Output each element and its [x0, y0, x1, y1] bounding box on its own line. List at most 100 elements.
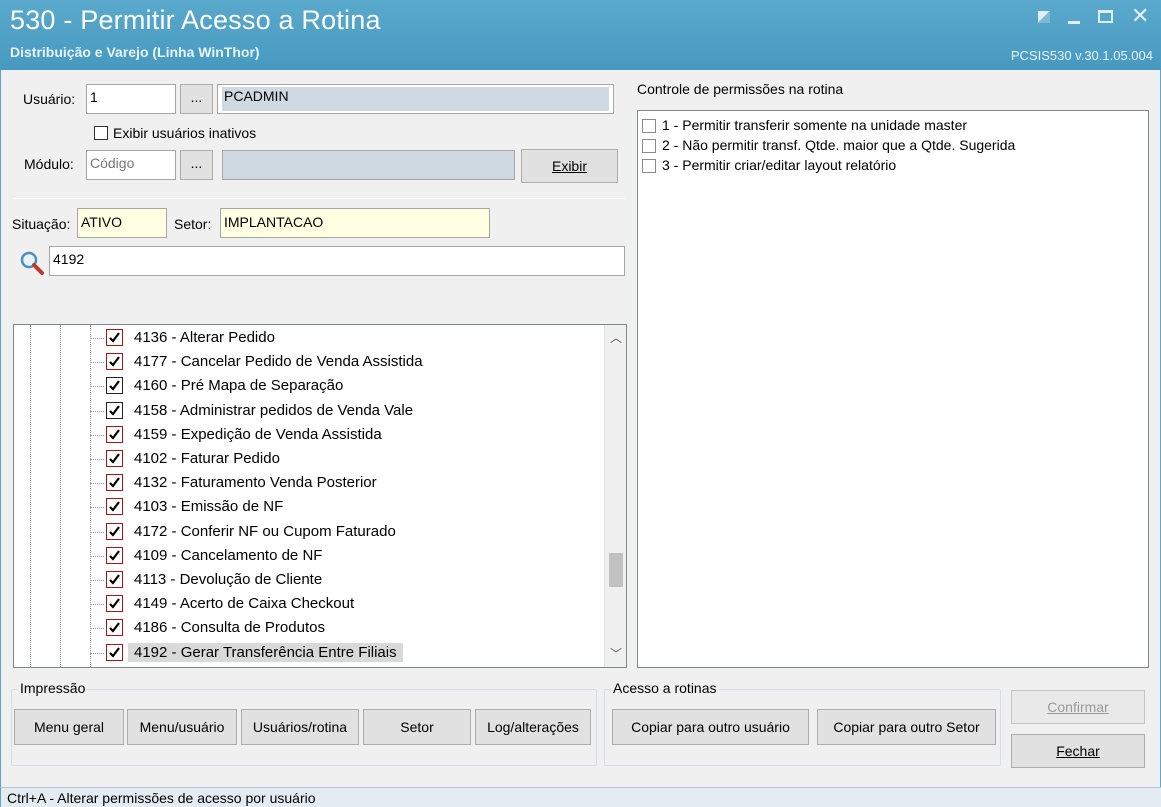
modulo-code-input[interactable]: Código — [86, 150, 176, 180]
modulo-lookup-button[interactable]: ... — [180, 150, 213, 180]
tree-item[interactable]: 4192 - Gerar Transferência Entre Filiais — [14, 641, 604, 665]
tree-item[interactable]: 4177 - Cancelar Pedido de Venda Assistid… — [14, 350, 604, 374]
tree-connector — [90, 531, 104, 533]
restore-icon[interactable] — [1038, 11, 1050, 23]
usuario-code-input[interactable]: 1 — [86, 84, 176, 114]
confirmar-button[interactable]: Confirmar — [1011, 690, 1145, 724]
tree-item[interactable]: 4160 - Pré Mapa de Separação — [14, 374, 604, 398]
tree-item-checkbox[interactable] — [106, 498, 123, 516]
log-alteracoes-button[interactable]: Log/alterações — [475, 709, 591, 745]
inativos-label: Exibir usuários inativos — [113, 125, 257, 141]
tree-item-label: 4109 - Cancelamento de NF — [134, 546, 323, 564]
permissions-title: Controle de permissões na rotina — [637, 81, 844, 97]
permission-checkbox[interactable] — [642, 139, 656, 153]
tree-item[interactable]: 4102 - Faturar Pedido — [14, 447, 604, 471]
tree-item[interactable]: 4149 - Acerto de Caixa Checkout — [14, 592, 604, 616]
tree-item[interactable]: 4186 - Consulta de Produtos — [14, 616, 604, 640]
tree-item-checkbox[interactable] — [106, 643, 123, 661]
usuario-lookup-button[interactable]: ... — [180, 84, 213, 114]
tree-item-checkbox[interactable] — [106, 474, 123, 492]
separator — [13, 198, 625, 199]
inativos-checkbox[interactable] — [94, 126, 108, 140]
tree-item-checkbox[interactable] — [106, 450, 123, 467]
checkmark-icon — [109, 453, 120, 464]
tree-scrollbar[interactable]: ︿ ﹀ — [604, 325, 626, 667]
permission-checkbox[interactable] — [642, 159, 656, 173]
permissions-list[interactable]: 1 - Permitir transferir somente na unida… — [637, 110, 1149, 668]
scroll-down-arrow-icon[interactable]: ﹀ — [605, 643, 626, 665]
permission-label: 2 - Não permitir transf. Qtde. maior que… — [662, 137, 1016, 153]
permission-label: 1 - Permitir transferir somente na unida… — [662, 117, 968, 133]
tree-item-checkbox[interactable] — [106, 377, 123, 395]
menu-geral-label: Menu geral — [33, 719, 105, 735]
checkmark-icon — [109, 380, 120, 392]
tree-item[interactable]: 4159 - Expedição de Venda Assistida — [14, 423, 604, 447]
tree-item-checkbox[interactable] — [106, 353, 123, 371]
menu-usuario-button[interactable]: Menu/usuário — [127, 709, 237, 745]
tree-connector — [90, 338, 104, 339]
tree-connector — [90, 507, 104, 509]
tree-item-label: 4159 - Expedição de Venda Assistida — [134, 425, 382, 443]
situacao-field: ATIVO — [77, 208, 167, 238]
window-controls: ✕ — [1038, 5, 1149, 27]
tree-item-checkbox[interactable] — [106, 571, 123, 588]
tree-item-checkbox[interactable] — [106, 522, 123, 540]
tree-item[interactable]: 4113 - Devolução de Cliente — [14, 568, 604, 592]
tree-item-partial[interactable] — [14, 665, 604, 667]
tree-item[interactable]: 4109 - Cancelamento de NF — [14, 544, 604, 568]
permission-checkbox[interactable] — [642, 119, 656, 133]
tree-connector — [90, 604, 104, 606]
modulo-label: Módulo: — [24, 156, 74, 172]
menu-geral-button[interactable]: Menu geral — [14, 709, 124, 745]
setor-label: Setor: — [174, 216, 212, 232]
tree-item-label: 4136 - Alterar Pedido — [134, 329, 275, 346]
tree-connector — [90, 628, 104, 630]
close-button[interactable]: ✕ — [1131, 5, 1149, 27]
tree-item[interactable]: 4136 - Alterar Pedido — [14, 326, 604, 350]
scroll-up-arrow-icon[interactable]: ︿ — [605, 327, 626, 349]
tree-item-label: 4102 - Faturar Pedido — [134, 450, 280, 467]
usuario-label: Usuário: — [23, 91, 76, 107]
tree-item[interactable]: 4103 - Emissão de NF — [14, 495, 604, 519]
title-bar[interactable]: 530 - Permitir Acesso a Rotina Distribui… — [0, 0, 1161, 70]
tree-item-checkbox[interactable] — [106, 401, 123, 419]
routines-tree[interactable]: 4136 - Alterar Pedido 4177 - Cancelar Ped… — [13, 324, 627, 668]
search-input[interactable]: 4192 — [49, 246, 625, 276]
window-client: Usuário: 1 ... PCADMIN Exibir usuários i… — [0, 70, 1161, 787]
tree-item-checkbox[interactable] — [106, 595, 123, 613]
version-label: PCSIS530 v.30.1.05.004 — [1010, 48, 1153, 63]
setor-button[interactable]: Setor — [363, 709, 471, 745]
impressao-title: Impressão — [18, 680, 88, 696]
tree-item-label: 4192 - Gerar Transferência Entre Filiais — [128, 642, 403, 662]
tree-item-checkbox[interactable] — [106, 329, 123, 346]
copiar-usuario-button[interactable]: Copiar para outro usuário — [612, 709, 809, 745]
tree-item-checkbox[interactable] — [106, 546, 123, 564]
tree-connector — [90, 434, 104, 436]
search-icon — [19, 250, 45, 276]
confirmar-label: Confirmar — [1047, 699, 1109, 715]
tree-item-label: 4132 - Faturamento Venda Posterior — [134, 474, 377, 492]
tree-item-label: 4103 - Emissão de NF — [134, 498, 284, 516]
copiar-setor-button[interactable]: Copiar para outro Setor — [817, 709, 996, 745]
exibir-button[interactable]: Exibir — [521, 149, 618, 183]
checkmark-icon — [109, 501, 120, 513]
minimize-button[interactable] — [1068, 12, 1080, 24]
usuarios-rotina-button[interactable]: Usuários/rotina — [241, 709, 359, 745]
checkmark-icon — [109, 646, 120, 658]
maximize-button[interactable] — [1098, 10, 1113, 23]
tree-connector — [90, 459, 104, 460]
tree-item-label: 4113 - Devolução de Cliente — [134, 571, 323, 588]
scroll-thumb[interactable] — [609, 553, 623, 588]
tree-item-checkbox[interactable] — [106, 425, 123, 443]
fechar-button[interactable]: Fechar — [1011, 734, 1145, 768]
tree-item-label: 4186 - Consulta de Produtos — [134, 619, 325, 637]
tree-item[interactable]: 4172 - Conferir NF ou Cupom Faturado — [14, 520, 604, 544]
checkmark-icon — [109, 429, 120, 440]
tree-item-label: 4149 - Acerto de Caixa Checkout — [134, 595, 355, 613]
checkmark-icon — [109, 550, 120, 561]
tree-item-checkbox[interactable] — [106, 619, 123, 637]
tree-item[interactable]: 4132 - Faturamento Venda Posterior — [14, 471, 604, 495]
tree-item[interactable]: 4158 - Administrar pedidos de Venda Vale — [14, 399, 604, 423]
tree-connector — [90, 483, 104, 485]
checkmark-icon — [109, 356, 120, 367]
